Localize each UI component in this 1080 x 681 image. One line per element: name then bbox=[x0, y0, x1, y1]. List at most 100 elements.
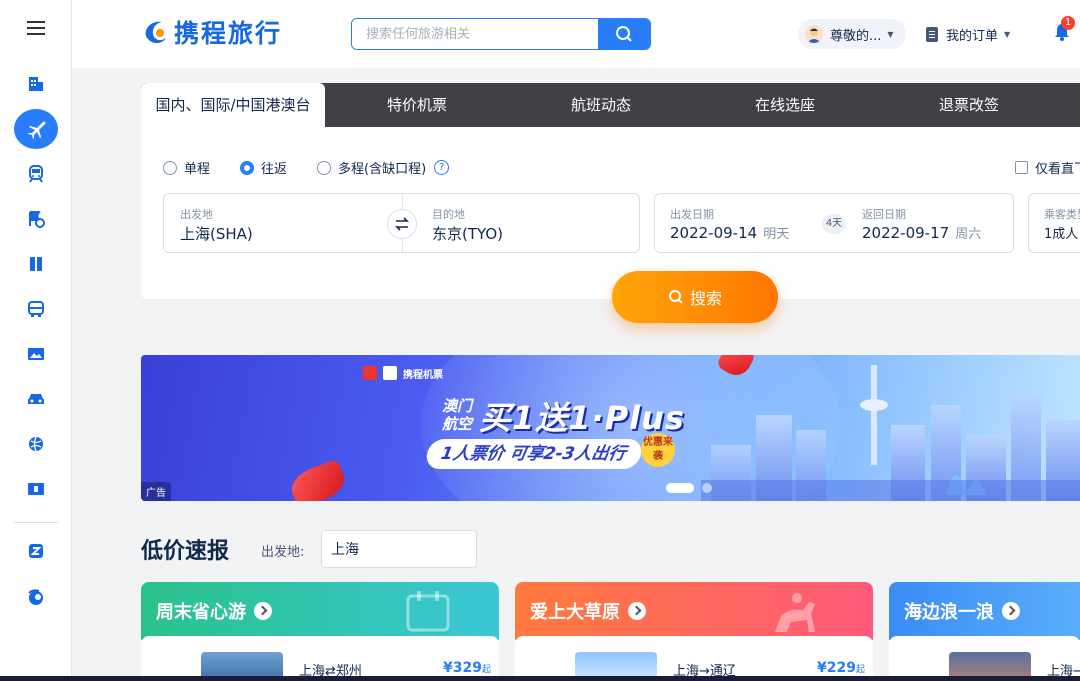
direct-only-checkbox[interactable]: 仅看直飞 bbox=[1015, 158, 1080, 177]
swap-icon bbox=[395, 217, 409, 231]
banner-side-text: 澳门航空 bbox=[441, 397, 472, 433]
direct-only-label: 仅看直飞 bbox=[1035, 162, 1080, 177]
car-icon[interactable] bbox=[14, 379, 58, 419]
tab-flight-status[interactable]: 航班动态 bbox=[509, 83, 693, 127]
partner-logo bbox=[383, 366, 397, 380]
flight-search-button[interactable]: 搜索 bbox=[612, 271, 778, 323]
tab-refund-change[interactable]: 退票改签 bbox=[877, 83, 1061, 127]
arrow-right-icon bbox=[628, 602, 646, 620]
ctrip-logo[interactable]: 携程旅行 bbox=[140, 14, 282, 50]
passenger-field[interactable]: 乘客类型 1成人 bbox=[1028, 193, 1080, 253]
carousel-dot-active[interactable] bbox=[666, 483, 694, 493]
guide-icon[interactable] bbox=[14, 244, 58, 284]
card-title: 海边浪一浪 bbox=[904, 598, 1020, 624]
globe-icon[interactable] bbox=[14, 424, 58, 464]
return-date-field[interactable]: 返回日期 2022-09-17 周六 bbox=[847, 194, 1013, 252]
passenger-label: 乘客类型 bbox=[1044, 208, 1080, 221]
ctrip-logo-icon[interactable] bbox=[14, 577, 58, 617]
notification-badge: 1 bbox=[1061, 16, 1075, 30]
to-field[interactable]: 目的地 东京(TYO) bbox=[416, 194, 640, 252]
return-date: 2022-09-17 bbox=[862, 224, 950, 242]
document-icon bbox=[926, 27, 938, 42]
deal-card-grassland[interactable]: 爱上大草原 上海→通辽 ¥229起 bbox=[515, 582, 873, 681]
menu-icon[interactable] bbox=[14, 8, 58, 48]
radio-round-trip[interactable]: 往返 bbox=[240, 158, 287, 177]
deal-card-beach[interactable]: 海边浪一浪 上海→ bbox=[889, 582, 1080, 681]
carousel-dot[interactable] bbox=[702, 483, 712, 493]
price-text: ¥329起 bbox=[443, 660, 491, 676]
flight-icon[interactable] bbox=[14, 109, 58, 149]
route-fields: 出发地 上海(SHA) 目的地 东京(TYO) bbox=[163, 193, 640, 253]
hotel-icon[interactable] bbox=[14, 64, 58, 104]
brand-name: 携程机票 bbox=[403, 369, 443, 381]
photo-icon[interactable] bbox=[14, 334, 58, 374]
banner-subline: 1人票价 可享2-3人出行 bbox=[424, 439, 645, 469]
search-icon bbox=[668, 290, 683, 304]
search-button[interactable] bbox=[598, 19, 650, 49]
train-icon[interactable] bbox=[14, 154, 58, 194]
ticket-icon[interactable] bbox=[14, 469, 58, 509]
card-header: 海边浪一浪 bbox=[889, 582, 1080, 640]
card-body: 上海→ bbox=[889, 636, 1080, 681]
red-packet-decoration bbox=[286, 458, 350, 501]
return-weekday: 周六 bbox=[955, 227, 982, 242]
depart-weekday: 明天 bbox=[763, 227, 790, 242]
radio-circle bbox=[163, 160, 177, 175]
radio-circle bbox=[240, 160, 255, 175]
from-value: 上海(SHA) bbox=[180, 225, 253, 243]
tab-special-fares[interactable]: 特价机票 bbox=[325, 83, 509, 127]
depart-value: 2022-09-14 明天 bbox=[670, 223, 789, 242]
card-body: 上海⇄郑州 ¥329起 bbox=[141, 636, 499, 681]
swap-cities-button[interactable] bbox=[387, 209, 417, 239]
radio-label: 多程(含缺口程) bbox=[338, 162, 427, 177]
deal-card-weekend[interactable]: 周末省心游 上海⇄郑州 ¥329起 bbox=[141, 582, 499, 681]
origin-label: 出发地: bbox=[261, 545, 305, 560]
to-label: 目的地 bbox=[432, 208, 465, 221]
search-input[interactable] bbox=[352, 19, 598, 49]
card-header: 周末省心游 bbox=[141, 582, 499, 640]
arrow-right-icon bbox=[1002, 602, 1020, 620]
flight-search-panel: 国内、国际/中国港澳台 特价机票 航班动态 在线选座 退票改签 单程 往返 多程… bbox=[141, 83, 1080, 299]
promo-banner[interactable]: 携程机票 澳门航空 买1送1·Plus 1人票价 可享2-3人出行 优惠来袭 广… bbox=[141, 355, 1080, 501]
trip-type-selector: 单程 往返 多程(含缺口程) ? bbox=[163, 158, 450, 177]
low-price-title: 低价速报 bbox=[141, 539, 230, 564]
tab-domestic-international[interactable]: 国内、国际/中国港澳台 bbox=[141, 83, 325, 127]
depart-label: 出发日期 bbox=[670, 208, 714, 221]
user-menu[interactable]: 尊敬的... ▼ bbox=[798, 19, 906, 49]
checkbox-box bbox=[1015, 161, 1028, 174]
return-label: 返回日期 bbox=[862, 208, 906, 221]
my-orders-menu[interactable]: 我的订单 ▼ bbox=[926, 25, 1010, 44]
help-icon[interactable]: ? bbox=[434, 160, 450, 175]
passenger-value: 1成人 bbox=[1044, 227, 1079, 242]
orders-label: 我的订单 bbox=[946, 29, 999, 44]
airline-logo bbox=[363, 366, 377, 380]
depart-date-field[interactable]: 出发日期 2022-09-14 明天 bbox=[655, 194, 833, 252]
bus-icon[interactable] bbox=[14, 289, 58, 329]
search-tabs: 国内、国际/中国港澳台 特价机票 航班动态 在线选座 退票改签 bbox=[141, 83, 1080, 127]
card-body: 上海→通辽 ¥229起 bbox=[515, 636, 873, 681]
origin-input[interactable] bbox=[321, 530, 477, 568]
chevron-down-icon: ▼ bbox=[887, 29, 894, 39]
carousel-dots bbox=[666, 483, 712, 493]
window-bottom-edge bbox=[0, 676, 1080, 681]
city-skyline-illustration bbox=[701, 365, 1080, 501]
radio-circle bbox=[317, 160, 332, 175]
ctrip-dolphin-icon bbox=[145, 21, 166, 44]
card-title: 周末省心游 bbox=[156, 598, 272, 624]
radio-multi-city[interactable]: 多程(含缺口程) bbox=[317, 158, 426, 177]
left-sidebar bbox=[0, 0, 72, 681]
search-icon bbox=[616, 26, 632, 42]
travel-package-icon[interactable] bbox=[14, 199, 58, 239]
search-button-label: 搜索 bbox=[689, 289, 722, 308]
radio-label: 单程 bbox=[184, 162, 211, 177]
radio-label: 往返 bbox=[261, 162, 288, 177]
brand-strip: 携程机票 bbox=[363, 365, 443, 381]
business-icon[interactable] bbox=[14, 531, 58, 571]
from-field[interactable]: 出发地 上海(SHA) bbox=[164, 194, 402, 252]
tab-seat-selection[interactable]: 在线选座 bbox=[693, 83, 877, 127]
radio-one-way[interactable]: 单程 bbox=[163, 158, 210, 177]
price-text: ¥229起 bbox=[817, 660, 865, 676]
banner-headline: 买1送1·Plus bbox=[479, 399, 685, 437]
chevron-down-icon: ▼ bbox=[1004, 30, 1011, 39]
card-title: 爱上大草原 bbox=[530, 598, 646, 624]
